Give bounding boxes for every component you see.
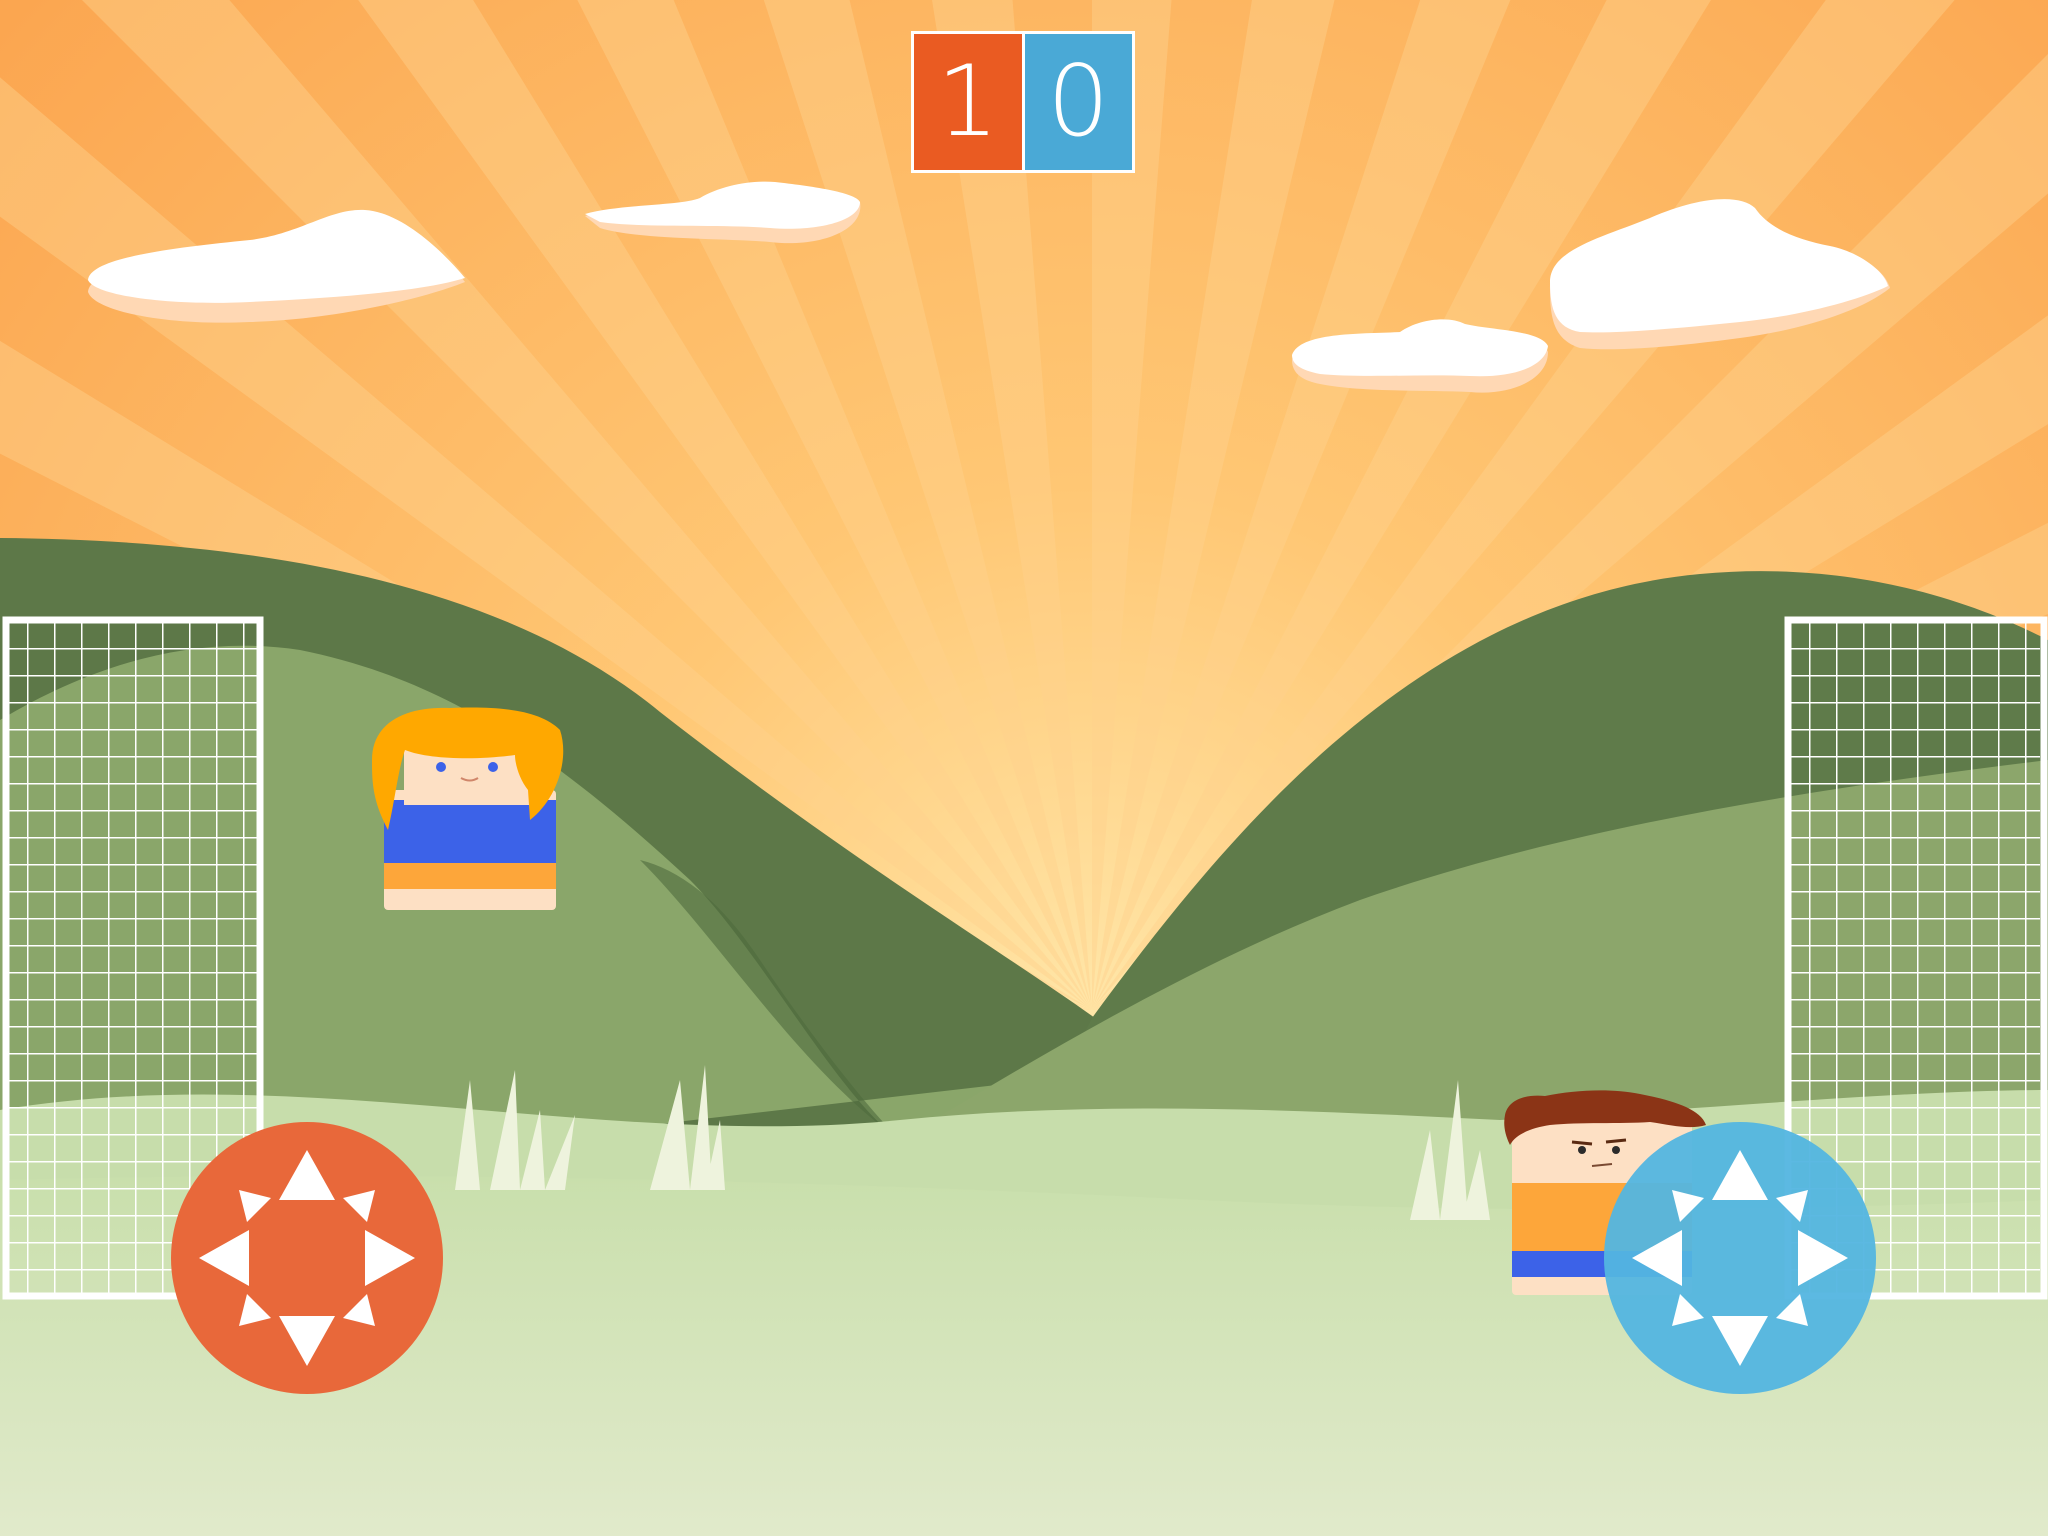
eye (488, 762, 498, 772)
score-left: 1 (914, 34, 1025, 170)
player-left (372, 707, 564, 910)
eye (436, 762, 446, 772)
dpad-icon (171, 1122, 443, 1394)
dpad-icon (1604, 1122, 1876, 1394)
scoreboard: 1 0 (911, 31, 1135, 173)
score-right: 0 (1024, 34, 1132, 170)
dpad-right[interactable] (1604, 1122, 1876, 1394)
dpad-left[interactable] (171, 1122, 443, 1394)
eye (1578, 1146, 1586, 1154)
